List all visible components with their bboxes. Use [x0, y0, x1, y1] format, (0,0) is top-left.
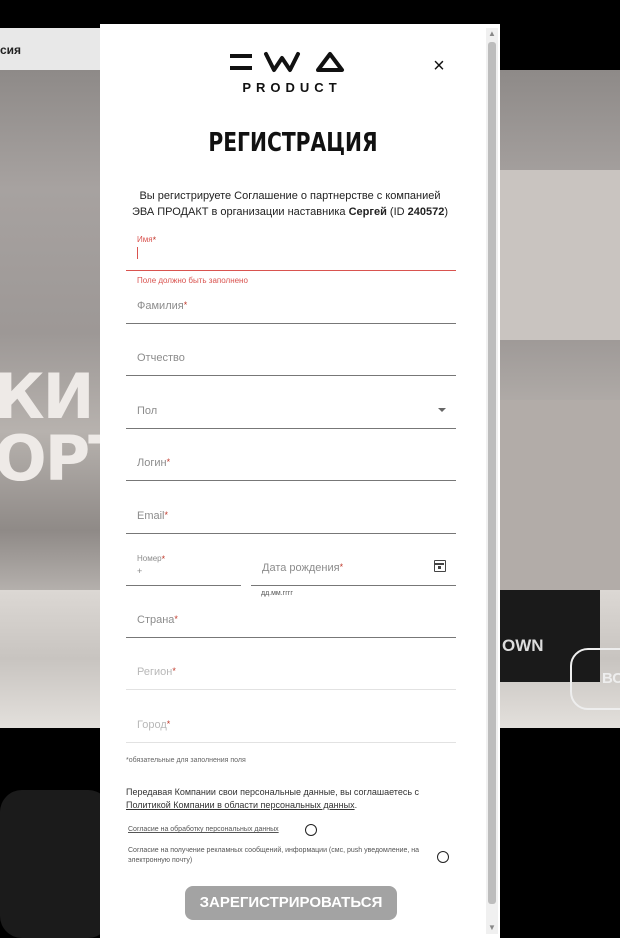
phone-field[interactable]: Номер* +	[126, 546, 241, 586]
first-name-field[interactable]: Имя*	[126, 231, 456, 271]
required-note: *обязательные для заполнения поля	[126, 757, 246, 764]
last-name-input[interactable]	[126, 284, 456, 323]
mentor-id: 240572	[407, 206, 445, 218]
consent-body: Передавая Компании свои персональные дан…	[126, 787, 420, 797]
patronymic-field[interactable]: Отчество	[126, 336, 456, 376]
consent-text: Передавая Компании свои персональные дан…	[126, 786, 446, 812]
city-field[interactable]: Город*	[126, 703, 456, 743]
background-nav-tab-label: сия	[0, 43, 22, 57]
region-input[interactable]	[126, 650, 456, 689]
personal-data-consent-radio[interactable]	[305, 824, 317, 836]
ads-consent: Согласие на получение рекламных сообщени…	[128, 846, 423, 866]
mentor-name: Сергей	[348, 206, 387, 218]
chevron-down-icon	[438, 408, 446, 412]
email-field[interactable]: Email*	[126, 494, 456, 534]
scrollbar[interactable]: ▲ ▼	[486, 28, 498, 934]
ads-consent-radio[interactable]	[437, 851, 449, 863]
background-hero-button[interactable]: ВС	[570, 648, 620, 710]
last-name-field[interactable]: Фамилия*	[126, 284, 456, 324]
birth-date-field[interactable]: Дата рождения*	[251, 546, 456, 586]
registration-modal: PRODUCT × РЕГИСТРАЦИЯ Вы регистрируете С…	[100, 24, 500, 938]
login-field[interactable]: Логин*	[126, 441, 456, 481]
phone-input[interactable]	[126, 546, 241, 585]
personal-data-consent: Согласие на обработку персональных данны…	[128, 825, 448, 835]
background-product-box-text: OWN	[502, 636, 544, 655]
page-title: РЕГИСТРАЦИЯ	[208, 128, 378, 158]
scroll-down-icon[interactable]: ▼	[486, 922, 498, 934]
gender-label: Пол	[137, 405, 158, 417]
mentor-id-suffix: )	[444, 206, 449, 218]
consent-end: .	[354, 800, 358, 810]
country-field[interactable]: Страна*	[126, 598, 456, 638]
personal-data-consent-label: Согласие на обработку персональных данны…	[128, 826, 279, 833]
intro-text: Вы регистрируете Соглашение о партнерств…	[130, 188, 450, 220]
scroll-up-icon[interactable]: ▲	[486, 28, 498, 40]
city-input[interactable]	[126, 703, 456, 742]
region-field[interactable]: Регион*	[126, 650, 456, 690]
scrollbar-thumb[interactable]	[488, 42, 496, 904]
mentor-id-prefix: (ID	[386, 206, 408, 218]
birth-date-input[interactable]	[251, 546, 456, 585]
email-input[interactable]	[126, 494, 456, 533]
patronymic-input[interactable]	[126, 336, 456, 375]
background-hero-button-label: ВС	[602, 670, 620, 687]
required-note-text: обязательные для заполнения поля	[128, 757, 246, 764]
eva-logo-mark	[230, 52, 344, 72]
birth-date-hint: дд.мм.гггг	[261, 590, 293, 597]
login-input[interactable]	[126, 441, 456, 480]
register-button[interactable]: ЗАРЕГИСТРИРОВАТЬСЯ	[185, 886, 397, 920]
close-icon[interactable]: ×	[430, 54, 448, 78]
ads-consent-label: Согласие на получение рекламных сообщени…	[128, 847, 420, 864]
background-shape	[500, 400, 620, 600]
first-name-input[interactable]	[126, 231, 456, 270]
eva-product-logo: PRODUCT	[230, 50, 354, 96]
logo-wordmark: PRODUCT	[242, 80, 342, 95]
privacy-policy-link[interactable]: Политикой Компании в области персональны…	[126, 800, 355, 810]
gender-select[interactable]: Пол	[126, 389, 456, 429]
background-card	[0, 790, 110, 938]
background-shape	[500, 170, 620, 340]
country-input[interactable]	[126, 598, 456, 637]
